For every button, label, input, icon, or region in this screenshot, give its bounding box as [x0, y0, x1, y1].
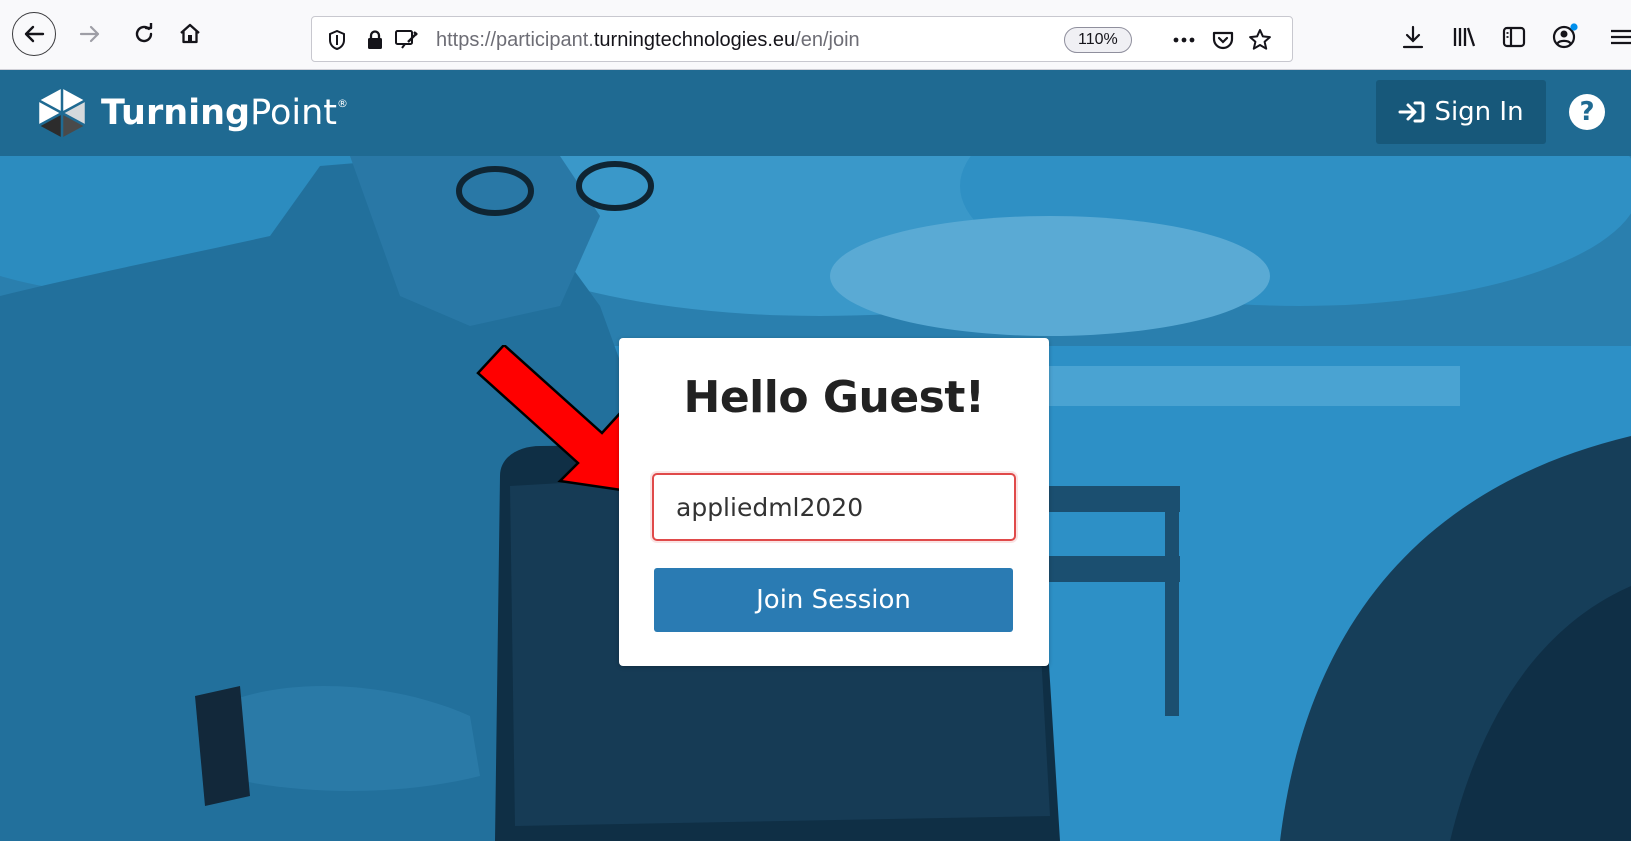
back-button[interactable]: [12, 12, 56, 56]
pocket-icon[interactable]: [1210, 28, 1236, 52]
brand-name-bold: Turning: [101, 93, 251, 133]
permissions-icon[interactable]: [394, 28, 420, 52]
shield-icon[interactable]: [326, 29, 348, 51]
card-title: Hello Guest!: [683, 372, 985, 423]
guest-join-card: Hello Guest! Join Session: [619, 338, 1049, 666]
download-icon[interactable]: [1400, 24, 1426, 50]
sign-in-icon: [1398, 101, 1425, 123]
sign-in-button[interactable]: Sign In: [1376, 80, 1546, 144]
arrow-left-icon: [24, 25, 45, 43]
url-bar[interactable]: https://participant.turningtechnologies.…: [311, 16, 1293, 62]
sign-in-label: Sign In: [1434, 97, 1524, 127]
zoom-level-badge[interactable]: 110%: [1064, 27, 1132, 53]
library-icon[interactable]: [1450, 24, 1478, 50]
url-path: /en/join: [795, 29, 860, 51]
sidebar-icon[interactable]: [1500, 24, 1528, 50]
brand-name: TurningPoint®: [101, 93, 348, 133]
registered-mark: ®: [337, 97, 348, 110]
brand-name-regular: Point: [250, 93, 337, 133]
session-id-input[interactable]: [652, 473, 1016, 541]
arrow-right-icon: [79, 25, 100, 43]
reload-icon: [135, 23, 153, 43]
url-host: turningtechnologies.eu: [593, 29, 796, 51]
lock-icon[interactable]: [364, 29, 386, 51]
join-session-button[interactable]: Join Session: [654, 568, 1013, 632]
app-header: TurningPoint® Sign In ?: [0, 70, 1631, 156]
forward-button[interactable]: [70, 14, 110, 54]
url-prefix: https://participant.: [436, 29, 594, 51]
url-text[interactable]: https://participant.turningtechnologies.…: [436, 17, 860, 63]
cube-logo-icon: [36, 85, 88, 141]
help-icon[interactable]: ?: [1569, 94, 1605, 130]
browser-toolbar: https://participant.turningtechnologies.…: [0, 0, 1631, 70]
home-button[interactable]: [170, 14, 210, 54]
reload-button[interactable]: [124, 14, 164, 54]
account-icon[interactable]: [1550, 22, 1580, 50]
bookmark-star-icon[interactable]: [1246, 27, 1274, 53]
ellipsis-icon[interactable]: [1170, 28, 1198, 52]
turningpoint-logo[interactable]: TurningPoint®: [35, 85, 348, 141]
menu-icon[interactable]: [1608, 24, 1631, 50]
home-icon: [180, 23, 200, 44]
